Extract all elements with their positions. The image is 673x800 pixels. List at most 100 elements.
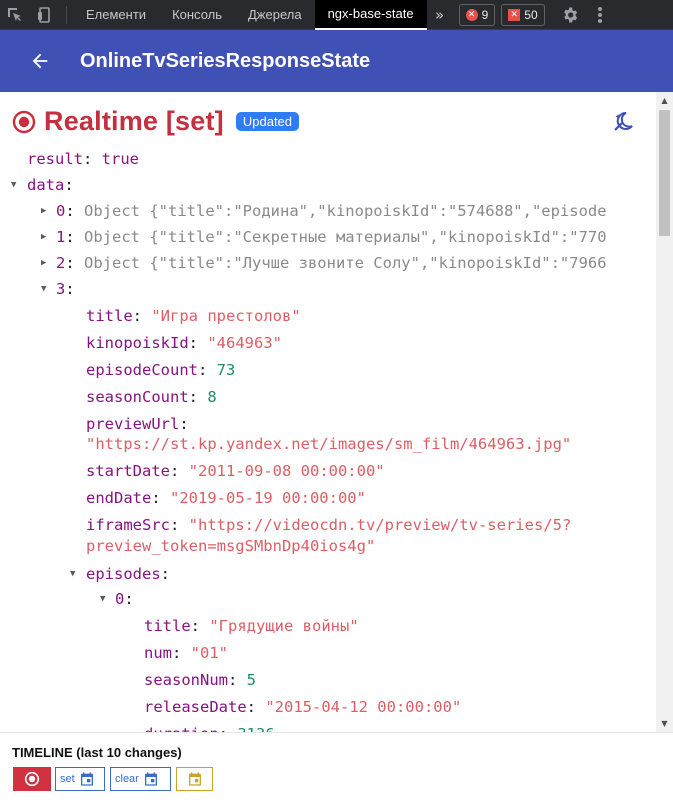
errors-badge[interactable]: ✕ 9 xyxy=(458,3,496,26)
tree-key: data xyxy=(27,176,65,194)
tree-value: "Игра престолов" xyxy=(151,307,301,325)
state-name: Realtime [set] xyxy=(44,106,224,136)
tree-row-item-0[interactable]: 0: Object {"title":"Родина","kinopoiskId… xyxy=(56,198,607,224)
tree-key: episodeCount xyxy=(86,361,198,379)
tree-key: 0 xyxy=(56,202,66,220)
tree-value: 3136 xyxy=(237,725,274,732)
episode-field-duration: duration: 3136 xyxy=(144,721,275,732)
expand-arrow-icon[interactable]: ▼ xyxy=(11,172,16,198)
tree-value: "https://st.kp.yandex.net/images/sm_film… xyxy=(86,435,572,453)
expand-arrow-icon[interactable]: ▼ xyxy=(100,586,105,612)
set-label: set xyxy=(60,773,75,785)
tree-value: "2011-09-08 00:00:00" xyxy=(188,462,385,480)
tree-key: num xyxy=(144,644,172,662)
tree-row-result: result: true xyxy=(27,150,139,168)
tree-row-data[interactable]: data: xyxy=(27,172,74,198)
tree-key: seasonNum xyxy=(144,671,228,689)
tree-row-item-3[interactable]: 3: xyxy=(56,276,75,302)
episode-field-num: num: "01" xyxy=(144,644,228,662)
tree-value: "2015-04-12 00:00:00" xyxy=(265,698,462,716)
episode-field-title: title: "Грядущие войны" xyxy=(144,617,359,635)
timeline-panel: TIMELINE (last 10 changes) set clear xyxy=(0,732,673,800)
tree-row-episodes[interactable]: episodes: xyxy=(86,561,170,587)
device-toolbar-icon[interactable] xyxy=(30,0,60,30)
tree-key: kinopoiskId xyxy=(86,334,189,352)
scroll-up-arrow-icon[interactable]: ▲ xyxy=(656,92,673,109)
state-panel: Realtime [set] Updated result: true ▼ da… xyxy=(0,92,673,732)
more-options-icon[interactable] xyxy=(585,0,615,30)
tree-value: 8 xyxy=(207,388,217,406)
tree-key: releaseDate xyxy=(144,698,247,716)
episode-field-season-num: seasonNum: 5 xyxy=(144,671,257,689)
field-end-date: endDate: "2019-05-19 00:00:00" xyxy=(86,489,366,507)
field-title: title: "Игра престолов" xyxy=(86,307,301,325)
field-kinopoisk-id: kinopoiskId: "464963" xyxy=(86,334,282,352)
field-iframe-src-continued: preview_token=msgSMbnDp40ios4g" xyxy=(86,533,375,559)
devtools-tab-bar: Елементи Консоль Джерела ngx-base-state … xyxy=(0,0,673,30)
tree-row-item-2[interactable]: 2: Object {"title":"Лучше звоните Солу",… xyxy=(56,250,607,276)
timeline-event-button[interactable] xyxy=(176,767,213,791)
tree-key: startDate xyxy=(86,462,170,480)
tree-key: title xyxy=(144,617,191,635)
tree-key: 1 xyxy=(56,228,66,246)
tree-value: "01" xyxy=(190,644,228,662)
tree-value: "2019-05-19 00:00:00" xyxy=(170,489,366,507)
tab-elements[interactable]: Елементи xyxy=(73,0,159,30)
tree-row-item-1[interactable]: 1: Object {"title":"Секретные материалы"… xyxy=(56,224,607,250)
expand-arrow-icon[interactable]: ▼ xyxy=(41,276,46,302)
episode-field-release-date: releaseDate: "2015-04-12 00:00:00" xyxy=(144,698,462,716)
object-summary: Object {"title":"Секретные материалы","k… xyxy=(84,228,607,246)
tree-key: duration xyxy=(144,725,219,732)
calendar-icon xyxy=(80,772,93,786)
field-preview-url-value: "https://st.kp.yandex.net/images/sm_film… xyxy=(86,431,571,457)
tree-key: endDate xyxy=(86,489,152,507)
collapse-arrow-icon[interactable]: ▶ xyxy=(41,224,46,250)
timeline-clear-button[interactable]: clear xyxy=(110,767,171,791)
tab-console[interactable]: Консоль xyxy=(159,0,235,30)
timeline-set-button[interactable]: set xyxy=(55,767,105,791)
record-icon xyxy=(12,110,36,133)
tree-key: result xyxy=(27,150,83,168)
magic-wand-icon[interactable] xyxy=(611,110,635,134)
record-icon xyxy=(24,771,40,787)
state-heading: Realtime [set] Updated xyxy=(12,106,300,137)
tree-key: iframeSrc xyxy=(86,516,170,534)
warning-icon: ✕ xyxy=(508,8,521,21)
tree-key: title xyxy=(86,307,133,325)
tree-key: 2 xyxy=(56,254,66,272)
tree-value: "Грядущие войны" xyxy=(209,617,359,635)
tree-key: 0 xyxy=(115,590,125,608)
errors-count: 9 xyxy=(481,7,489,22)
settings-gear-icon[interactable] xyxy=(555,0,585,30)
field-episode-count: episodeCount: 73 xyxy=(86,361,236,379)
more-tabs-button[interactable]: » xyxy=(427,0,453,30)
tree-key: episodes xyxy=(86,565,161,583)
calendar-icon xyxy=(188,772,201,786)
tree-value: 73 xyxy=(216,361,236,379)
updated-badge: Updated xyxy=(235,112,300,131)
error-icon: ✕ xyxy=(465,8,478,21)
back-arrow-icon[interactable] xyxy=(0,30,80,92)
page-title: OnlineTvSeriesResponseState xyxy=(80,49,371,72)
tree-value: "464963" xyxy=(207,334,282,352)
tree-key: 3 xyxy=(56,280,66,298)
tab-sources[interactable]: Джерела xyxy=(235,0,315,30)
timeline-record-button[interactable] xyxy=(13,767,51,791)
object-summary: Object {"title":"Родина","kinopoiskId":"… xyxy=(84,202,607,220)
collapse-arrow-icon[interactable]: ▶ xyxy=(41,250,46,276)
toolbar-divider xyxy=(66,5,67,24)
scrollbar-thumb[interactable] xyxy=(659,110,670,236)
tab-ngx-base-state[interactable]: ngx-base-state xyxy=(314,0,427,30)
vertical-scrollbar[interactable]: ▲ ▼ xyxy=(656,92,673,732)
scroll-down-arrow-icon[interactable]: ▼ xyxy=(656,715,673,732)
tree-row-episode-0[interactable]: 0: xyxy=(115,586,134,612)
collapse-arrow-icon[interactable]: ▶ xyxy=(41,198,46,224)
warnings-badge[interactable]: ✕ 50 xyxy=(501,3,545,26)
inspect-element-icon[interactable] xyxy=(0,0,30,30)
timeline-title: TIMELINE (last 10 changes) xyxy=(12,745,182,760)
app-header: OnlineTvSeriesResponseState xyxy=(0,30,673,92)
calendar-icon xyxy=(144,772,157,786)
tree-value: 5 xyxy=(246,671,257,689)
expand-arrow-icon[interactable]: ▼ xyxy=(70,561,75,587)
field-start-date: startDate: "2011-09-08 00:00:00" xyxy=(86,462,385,480)
